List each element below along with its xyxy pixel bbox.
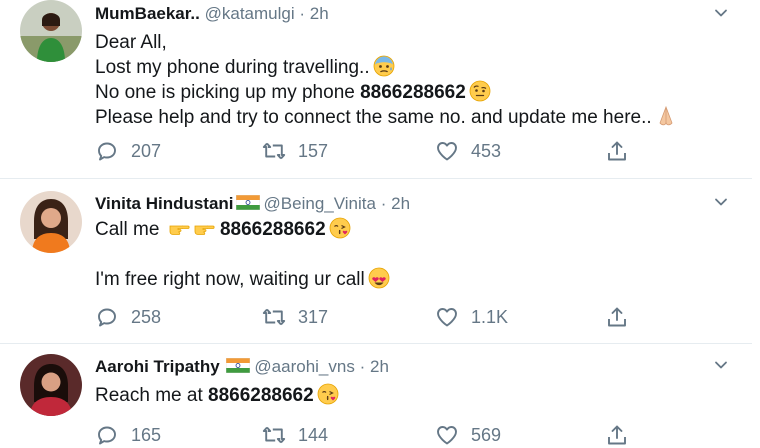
retweet-button[interactable]: 317 — [262, 304, 328, 330]
tweet-line: No one is picking up my phone 8866288662 — [95, 80, 732, 105]
display-name[interactable]: MumBaekar.. — [95, 4, 200, 23]
share-button[interactable] — [605, 304, 629, 330]
heart-eyes-icon — [368, 267, 390, 289]
anxious-face-icon — [373, 55, 395, 77]
user-handle[interactable]: @aarohi_vns — [254, 357, 354, 376]
tweet-line: Call me 8866288662 — [95, 217, 732, 242]
tweet-line: Lost my phone during travelling.. — [95, 55, 732, 80]
reply-button[interactable]: 207 — [95, 138, 161, 164]
share-button[interactable] — [605, 138, 629, 164]
retweet-icon — [262, 305, 286, 329]
reply-button[interactable]: 258 — [95, 304, 161, 330]
user-handle[interactable]: @katamulgi — [205, 4, 295, 23]
avatar[interactable] — [20, 191, 82, 253]
timestamp[interactable]: 2h — [310, 4, 329, 23]
reply-count: 165 — [131, 424, 162, 445]
like-button[interactable]: 453 — [435, 138, 501, 164]
chevron-down-icon[interactable] — [714, 6, 728, 20]
tweet-line: I'm free right now, waiting ur call — [95, 267, 732, 292]
tweet-header: MumBaekar.. @katamulgi · 2h — [95, 2, 329, 26]
tweet-line: Please help and try to connect the same … — [95, 105, 732, 130]
reply-button[interactable]: 165 — [95, 422, 161, 448]
retweet-count: 317 — [298, 306, 329, 327]
tweet-text: Reach me at 8866288662 — [95, 383, 732, 408]
reply-count: 207 — [131, 140, 162, 161]
face-blowing-kiss-icon — [329, 217, 351, 239]
tweet-header: Vinita Hindustani @Being_Vinita · 2h — [95, 192, 410, 216]
folded-hands-icon — [655, 105, 677, 127]
like-icon — [435, 423, 459, 447]
chevron-down-icon[interactable] — [714, 358, 728, 372]
retweet-count: 144 — [298, 424, 329, 445]
timestamp[interactable]: 2h — [391, 194, 410, 213]
reply-count: 258 — [131, 306, 162, 327]
india-flag-icon — [226, 358, 250, 373]
share-button[interactable] — [605, 422, 629, 448]
like-icon — [435, 139, 459, 163]
phone-number: 8866288662 — [219, 219, 326, 240]
reply-icon — [95, 139, 119, 163]
phone-number: 8866288662 — [360, 82, 466, 103]
tweet-header: Aarohi Tripathy @aarohi_vns · 2h — [95, 355, 389, 379]
like-button[interactable]: 569 — [435, 422, 501, 448]
share-icon — [605, 305, 629, 329]
retweet-icon — [262, 423, 286, 447]
tweet-2[interactable]: Vinita Hindustani @Being_Vinita · 2h Call… — [0, 179, 752, 344]
chevron-down-icon[interactable] — [714, 195, 728, 209]
tweet-actions: 258 317 1.1K — [95, 304, 635, 330]
tweet-text: Call me 8866288662 I'm free right now, w… — [95, 217, 732, 292]
tweet-actions: 165 144 569 — [95, 422, 635, 448]
like-count: 1.1K — [471, 306, 509, 327]
tweet-1[interactable]: MumBaekar.. @katamulgi · 2h Dear All, Lo… — [0, 0, 752, 179]
phone-number: 8866288662 — [208, 385, 314, 406]
india-flag-icon — [236, 195, 260, 210]
avatar[interactable] — [20, 354, 82, 416]
face-blowing-kiss-icon — [317, 383, 339, 405]
tweet-actions: 207 157 453 — [95, 138, 635, 164]
tweet-feed: MumBaekar.. @katamulgi · 2h Dear All, Lo… — [0, 0, 752, 445]
retweet-button[interactable]: 144 — [262, 422, 328, 448]
separator-dot: · — [359, 357, 366, 376]
reply-icon — [95, 305, 119, 329]
face-with-raised-eyebrow-icon — [469, 80, 491, 102]
retweet-icon — [262, 139, 286, 163]
tweet-3[interactable]: Aarohi Tripathy @aarohi_vns · 2h Reach m… — [0, 344, 752, 445]
pointing-right-icon — [168, 217, 190, 239]
retweet-count: 157 — [298, 140, 329, 161]
pointing-right-icon — [193, 217, 215, 239]
tweet-line: Reach me at 8866288662 — [95, 383, 732, 408]
separator-dot: · — [299, 4, 306, 23]
user-handle[interactable]: @Being_Vinita — [264, 194, 376, 213]
like-count: 569 — [471, 424, 502, 445]
tweet-text: Dear All, Lost my phone during travellin… — [95, 30, 732, 130]
display-name[interactable]: Vinita Hindustani — [95, 194, 234, 213]
share-icon — [605, 423, 629, 447]
tweet-line: Dear All, — [95, 32, 167, 53]
like-count: 453 — [471, 140, 502, 161]
like-icon — [435, 305, 459, 329]
display-name[interactable]: Aarohi Tripathy — [95, 357, 220, 376]
avatar[interactable] — [20, 0, 82, 62]
like-button[interactable]: 1.1K — [435, 304, 508, 330]
timestamp[interactable]: 2h — [370, 357, 389, 376]
share-icon — [605, 139, 629, 163]
reply-icon — [95, 423, 119, 447]
retweet-button[interactable]: 157 — [262, 138, 328, 164]
separator-dot: · — [380, 194, 387, 213]
